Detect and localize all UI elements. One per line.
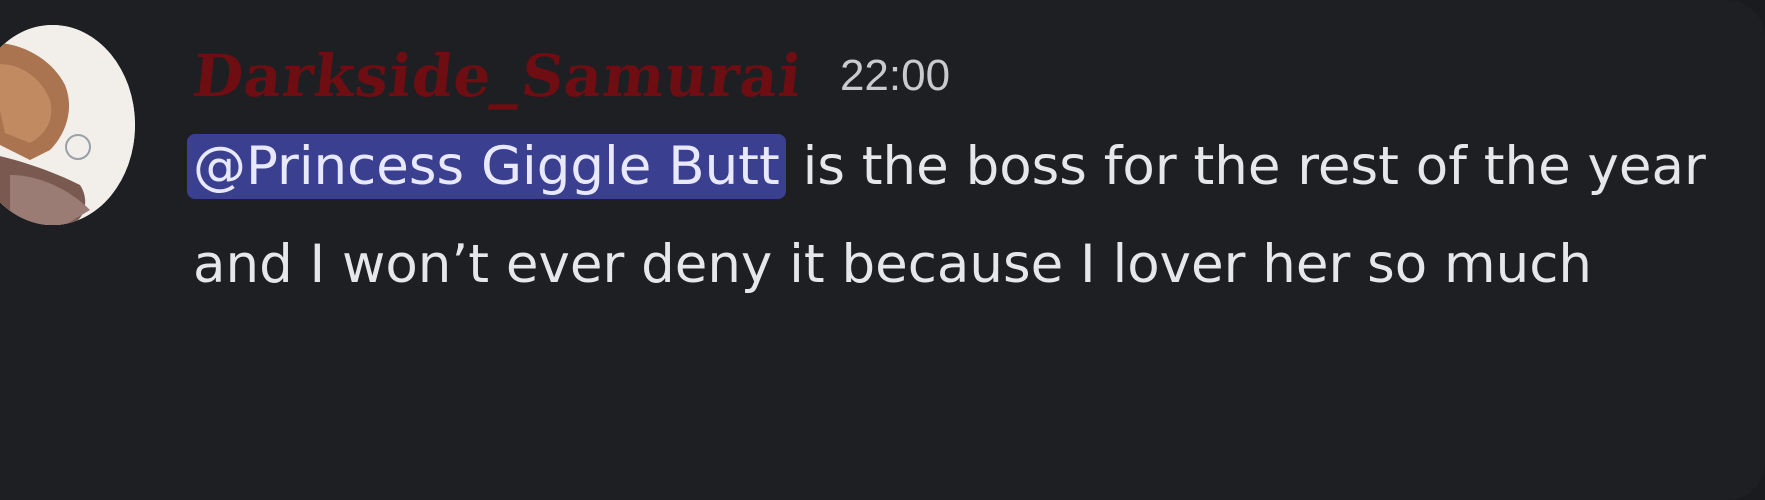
- avatar[interactable]: [0, 25, 135, 225]
- message-content: @Princess Giggle Butt is the boss for th…: [187, 118, 1753, 314]
- user-mention[interactable]: @Princess Giggle Butt: [187, 134, 786, 199]
- timestamp: 22:00: [839, 51, 951, 100]
- username[interactable]: Darkside_Samurai: [189, 42, 805, 110]
- message-header: Darkside_Samurai 22:00: [189, 36, 951, 116]
- avatar-image: [0, 25, 135, 225]
- chat-message: Darkside_Samurai 22:00 @Princess Giggle …: [0, 0, 1765, 500]
